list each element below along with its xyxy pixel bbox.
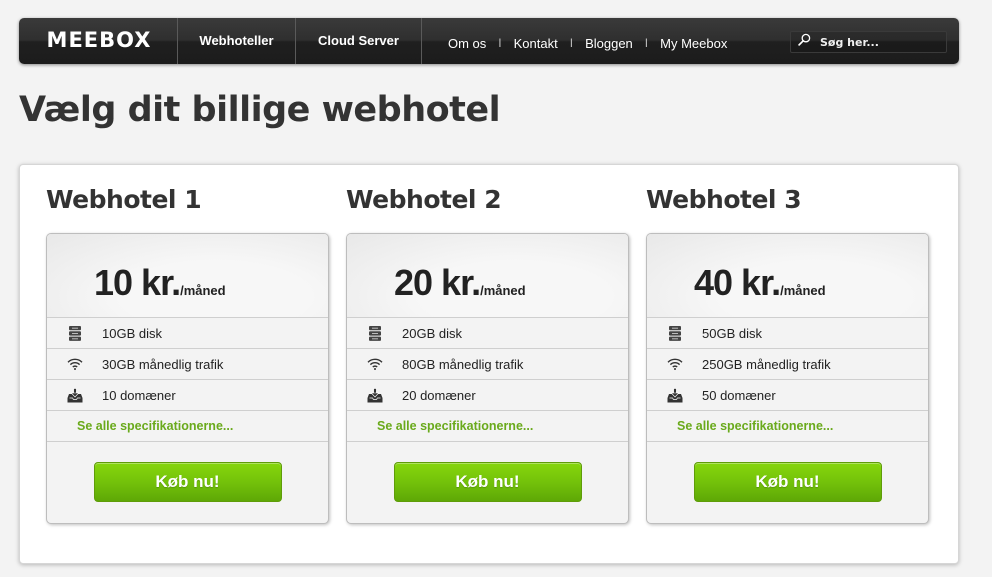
feature-text: 50 domæner (702, 387, 776, 403)
wifi-icon (667, 356, 683, 372)
feature-traffic: 80GB månedlig trafik (347, 349, 628, 380)
plan-box: 40 kr./måned 50GB disk 250GB månedlig tr… (646, 233, 929, 524)
feature-text: 20GB disk (402, 325, 462, 341)
server-icon (667, 325, 683, 341)
price-unit: /måned (180, 283, 226, 298)
feature-traffic: 250GB månedlig trafik (647, 349, 928, 380)
nav-link-bloggen[interactable]: Bloggen (585, 36, 633, 51)
price-area: 20 kr./måned (347, 234, 628, 318)
nav-separator: I (498, 36, 502, 50)
feature-disk: 50GB disk (647, 318, 928, 349)
feature-text: 30GB månedlig trafik (102, 356, 224, 372)
search-input[interactable] (820, 35, 940, 49)
meebox-logo[interactable]: MEEBOX (19, 18, 177, 64)
price-amount: 40 kr. (694, 262, 781, 303)
nav-link-kontakt[interactable]: Kontakt (514, 36, 558, 51)
plan-box: 20 kr./måned 20GB disk 80GB månedlig tra… (346, 233, 629, 524)
nav-item-webhoteller[interactable]: Webhoteller (177, 18, 295, 64)
feature-text: 20 domæner (402, 387, 476, 403)
wifi-icon (67, 356, 83, 372)
plan-box: 10 kr./måned 10GB disk 30GB månedlig tra… (46, 233, 329, 524)
feature-text: 10GB disk (102, 325, 162, 341)
feature-traffic: 30GB månedlig trafik (47, 349, 328, 380)
see-all-specs-link[interactable]: Se alle specifikationerne... (347, 411, 628, 442)
top-navigation-bar: MEEBOX Webhoteller Cloud Server Om os I … (19, 18, 959, 64)
nav-link-om-os[interactable]: Om os (448, 36, 486, 51)
secondary-nav: Om os I Kontakt I Bloggen I My Meebox (421, 18, 787, 64)
buy-wrap: Køb nu! (47, 442, 328, 502)
buy-wrap: Køb nu! (347, 442, 628, 502)
feature-text: 50GB disk (702, 325, 762, 341)
see-all-specs-link[interactable]: Se alle specifikationerne... (47, 411, 328, 442)
feature-domains: 20 domæner (347, 380, 628, 411)
plan-price: 40 kr./måned (694, 262, 826, 304)
see-all-specs-link[interactable]: Se alle specifikationerne... (647, 411, 928, 442)
price-area: 40 kr./måned (647, 234, 928, 318)
server-icon (67, 325, 83, 341)
search-box[interactable] (790, 31, 947, 53)
plan-price: 20 kr./måned (394, 262, 526, 304)
price-amount: 10 kr. (94, 262, 181, 303)
inbox-download-icon (367, 387, 383, 403)
buy-wrap: Køb nu! (647, 442, 928, 502)
price-area: 10 kr./måned (47, 234, 328, 318)
server-icon (367, 325, 383, 341)
nav-separator: I (644, 36, 649, 50)
nav-link-my-meebox[interactable]: My Meebox (660, 36, 727, 51)
buy-now-button[interactable]: Køb nu! (93, 462, 282, 502)
plan-name: Webhotel 2 (346, 185, 502, 214)
plan-price: 10 kr./måned (94, 262, 226, 304)
feature-text: 80GB månedlig trafik (402, 356, 524, 372)
plan-name: Webhotel 3 (646, 185, 802, 214)
feature-text: 10 domæner (102, 387, 176, 403)
price-unit: /måned (780, 283, 826, 298)
feature-domains: 10 domæner (47, 380, 328, 411)
page-title: Vælg dit billige webhotel (19, 90, 501, 130)
feature-disk: 10GB disk (47, 318, 328, 349)
nav-separator: I (569, 36, 574, 50)
search-icon (798, 33, 811, 51)
price-unit: /måned (480, 283, 526, 298)
buy-now-button[interactable]: Køb nu! (393, 462, 582, 502)
feature-text: 250GB månedlig trafik (702, 356, 831, 372)
wifi-icon (367, 356, 383, 372)
plans-panel: Webhotel 1 10 kr./måned 10GB disk 30GB m… (19, 164, 959, 564)
nav-item-cloud-server[interactable]: Cloud Server (295, 18, 421, 64)
plan-name: Webhotel 1 (46, 185, 202, 214)
feature-disk: 20GB disk (347, 318, 628, 349)
inbox-download-icon (67, 387, 83, 403)
price-amount: 20 kr. (394, 262, 481, 303)
buy-now-button[interactable]: Køb nu! (693, 462, 882, 502)
inbox-download-icon (667, 387, 683, 403)
feature-domains: 50 domæner (647, 380, 928, 411)
